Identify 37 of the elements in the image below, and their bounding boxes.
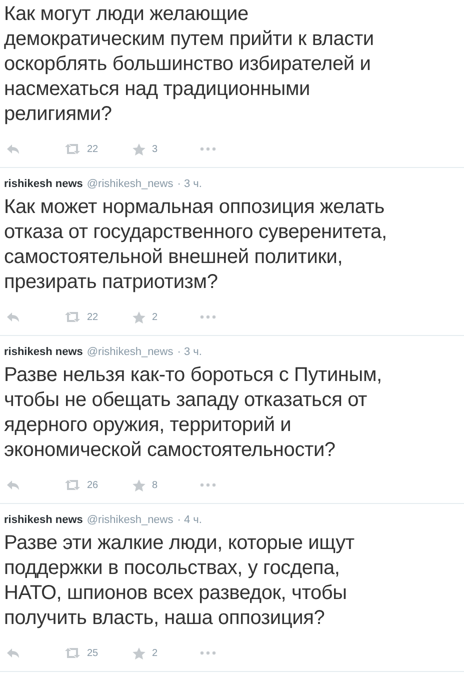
- more-icon[interactable]: [200, 315, 216, 319]
- favorite-count: 2: [152, 648, 158, 658]
- star-icon[interactable]: [132, 646, 146, 660]
- retweet-icon[interactable]: [64, 647, 81, 659]
- tweet-time[interactable]: · 3 ч.: [177, 345, 202, 360]
- tweet-time[interactable]: · 3 ч.: [177, 177, 202, 192]
- retweet-count: 26: [87, 480, 98, 490]
- retweet-icon[interactable]: [64, 143, 81, 155]
- author-name[interactable]: rishikesh news: [4, 513, 83, 528]
- star-icon[interactable]: [132, 478, 146, 492]
- tweet-time[interactable]: · 4 ч.: [177, 513, 202, 528]
- star-icon[interactable]: [132, 310, 146, 324]
- reply-icon[interactable]: [6, 143, 20, 155]
- more-icon[interactable]: [200, 483, 216, 487]
- reply-icon[interactable]: [6, 647, 20, 659]
- author-handle[interactable]: @rishikesh_news: [86, 345, 174, 360]
- favorite-count: 3: [152, 144, 158, 154]
- more-icon[interactable]: [200, 651, 216, 655]
- reply-icon[interactable]: [6, 311, 20, 323]
- retweet-count: 22: [87, 312, 98, 322]
- tweet-text: Разве эти жалкие люди, которые ищут поддержки в посольствах, у госдепа, НАТО, шпионов всех разведок, чтобы получить власть, наша оппозиция?: [4, 531, 356, 631]
- more-icon[interactable]: [200, 147, 216, 151]
- tweet-text: Разве нельзя как-то бороться с Путиным, чтобы не обещать западу отказаться от ядерного оружия, территорий и экономической самостоятельности?: [4, 363, 383, 463]
- retweet-count: 25: [87, 648, 98, 658]
- retweet-icon[interactable]: [64, 311, 81, 323]
- author-handle[interactable]: @rishikesh_news: [86, 513, 174, 528]
- star-icon[interactable]: [132, 142, 146, 156]
- retweet-icon[interactable]: [64, 479, 81, 491]
- tweet-text: Как может нормальная оппозиция желать отказа от государственного суверенитета, самостоятельной внешней политики, презирать патриотизм?: [4, 195, 388, 295]
- favorite-count: 8: [152, 480, 158, 490]
- favorite-count: 2: [152, 312, 158, 322]
- reply-icon[interactable]: [6, 479, 20, 491]
- author-handle[interactable]: @rishikesh_news: [86, 177, 174, 192]
- author-name[interactable]: rishikesh news: [4, 345, 83, 360]
- author-name[interactable]: rishikesh news: [4, 177, 83, 192]
- retweet-count: 22: [87, 144, 98, 154]
- tweet-text: Как могут люди желающие демократическим путем прийти к власти оскорблять большинство избирателей и насмехаться над традиционными религиями?: [4, 2, 375, 127]
